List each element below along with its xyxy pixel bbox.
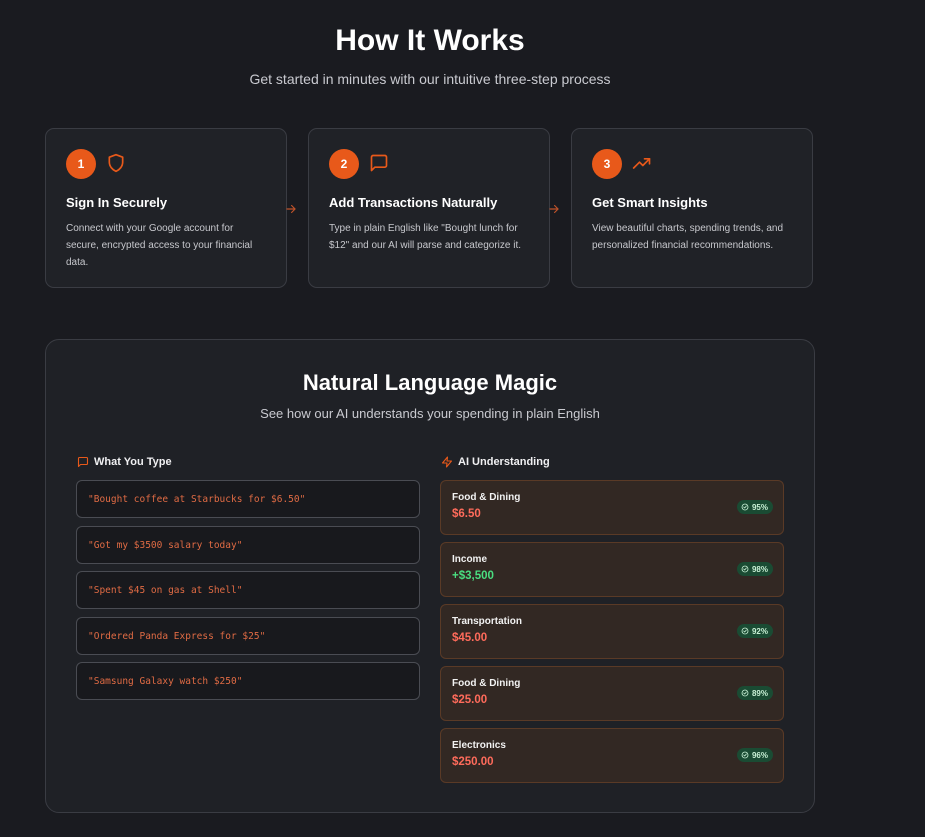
page-subtitle: Get started in minutes with our intuitiv… <box>249 71 611 87</box>
step-title: Add Transactions Naturally <box>329 195 498 210</box>
step-title: Get Smart Insights <box>592 195 708 210</box>
arrow-right-icon <box>286 204 296 214</box>
confidence-value: 89% <box>751 688 768 698</box>
result-amount: +$3,500 <box>452 570 494 582</box>
step-card-insights: 3 Get Smart Insights View beautiful char… <box>571 128 813 288</box>
result-category: Food & Dining <box>452 678 521 689</box>
ai-result-card: Electronics $250.00 96% <box>440 728 784 783</box>
result-category: Electronics <box>452 740 506 751</box>
section-subtitle: See how our AI understands your spending… <box>260 406 600 421</box>
zap-icon <box>441 456 453 468</box>
page-title: How It Works <box>335 24 525 57</box>
check-circle-icon <box>741 751 749 759</box>
message-square-icon <box>77 456 89 468</box>
step-description: View beautiful charts, spending trends, … <box>592 223 784 251</box>
confidence-value: 96% <box>751 750 768 760</box>
ai-result-card: Food & Dining $6.50 95% <box>440 480 784 535</box>
result-amount: $45.00 <box>452 632 488 644</box>
ai-result-card: Transportation $45.00 92% <box>440 604 784 659</box>
heading-label: AI Understanding <box>458 456 550 468</box>
example-input: "Samsung Galaxy watch $250" <box>76 662 420 700</box>
result-amount: $250.00 <box>452 756 494 768</box>
confidence-value: 95% <box>751 502 768 512</box>
confidence-badge: 89% <box>736 686 773 700</box>
ai-result-card: Food & Dining $25.00 89% <box>440 666 784 721</box>
example-input: "Ordered Panda Express for $25" <box>76 617 420 655</box>
check-circle-icon <box>741 689 749 697</box>
step-title: Sign In Securely <box>66 195 168 210</box>
confidence-badge: 96% <box>736 748 773 762</box>
confidence-value: 98% <box>751 564 768 574</box>
step-description: Connect with your Google account for sec… <box>66 223 253 268</box>
confidence-badge: 98% <box>736 562 773 576</box>
section-title: Natural Language Magic <box>302 370 558 395</box>
natural-language-panel: Natural Language Magic See how our AI un… <box>45 339 815 813</box>
check-circle-icon <box>741 627 749 635</box>
example-input: "Spent $45 on gas at Shell" <box>76 571 420 609</box>
result-amount: $6.50 <box>452 508 481 520</box>
result-amount: $25.00 <box>452 694 488 706</box>
arrow-right-icon <box>549 204 559 214</box>
result-category: Transportation <box>452 616 523 627</box>
result-category: Income <box>452 554 488 565</box>
ai-understanding-heading: AI Understanding <box>441 456 550 468</box>
what-you-type-heading: What You Type <box>77 456 172 468</box>
step-number: 1 <box>66 149 96 179</box>
step-number: 2 <box>329 149 359 179</box>
trending-up-icon <box>632 158 651 169</box>
step-card-sign-in: 1 Sign In Securely Connect with your Goo… <box>45 128 287 288</box>
step-number: 3 <box>592 149 622 179</box>
step-card-add-transactions: 2 Add Transactions Naturally Type in pla… <box>308 128 550 288</box>
heading-label: What You Type <box>94 456 172 468</box>
result-category: Food & Dining <box>452 492 521 503</box>
ai-result-card: Income +$3,500 98% <box>440 542 784 597</box>
message-square-icon <box>370 154 388 172</box>
step-description: Type in plain English like "Bought lunch… <box>329 223 521 251</box>
check-circle-icon <box>741 565 749 573</box>
confidence-badge: 95% <box>736 500 773 514</box>
example-input: "Bought coffee at Starbucks for $6.50" <box>76 480 420 518</box>
confidence-badge: 92% <box>736 624 773 638</box>
confidence-value: 92% <box>751 626 768 636</box>
check-circle-icon <box>741 503 749 511</box>
shield-icon <box>108 153 124 173</box>
example-input: "Got my $3500 salary today" <box>76 526 420 564</box>
